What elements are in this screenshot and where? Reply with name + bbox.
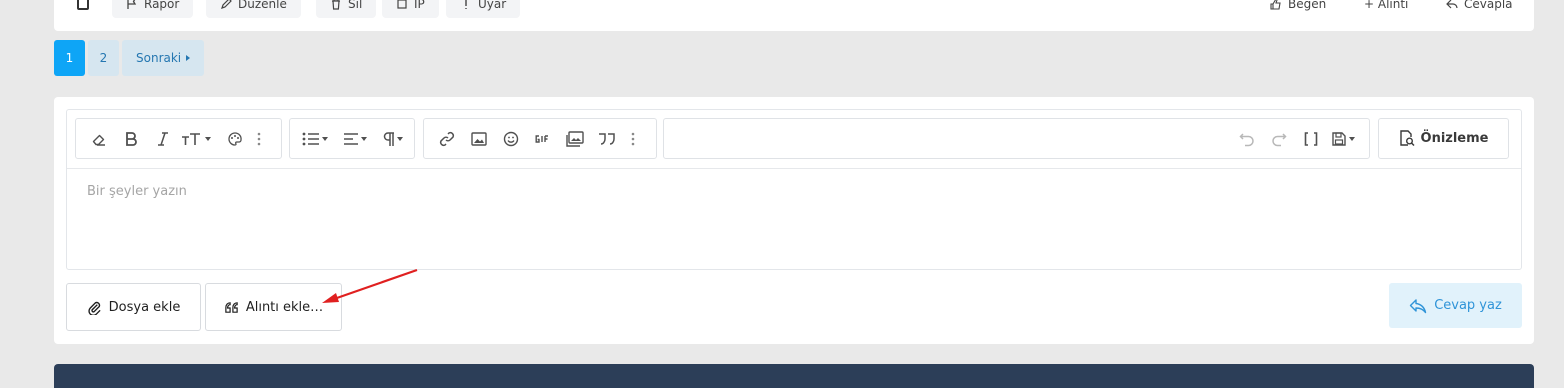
list-dropdown[interactable] (300, 129, 330, 149)
next-section-header (54, 364, 1534, 388)
more-format-button[interactable] (252, 129, 266, 149)
page-1-button[interactable]: 1 (54, 40, 85, 76)
caret-down-icon (205, 137, 211, 141)
palette-icon (228, 132, 242, 146)
smile-icon (503, 131, 519, 147)
undo-icon (1239, 133, 1254, 147)
ip-button[interactable]: IP (382, 0, 439, 18)
quote-icon (599, 133, 615, 145)
eraser-icon (92, 134, 105, 146)
redo-button[interactable] (1268, 129, 1290, 149)
checkbox-icon (77, 0, 89, 10)
preview-icon (1399, 130, 1415, 147)
flag-icon (127, 0, 137, 9)
toggle-bbcode-button[interactable] (1300, 129, 1322, 149)
caret-down-icon (322, 137, 328, 141)
quick-reply-panel: Önizleme Bir şeyler yazın Dosya ekle Alı… (54, 97, 1534, 344)
chevron-right-icon (186, 55, 191, 61)
more-vertical-icon (257, 132, 261, 146)
quote-open-icon (225, 301, 238, 313)
italic-icon (158, 132, 168, 146)
rich-text-editor: Önizleme Bir şeyler yazın (66, 109, 1522, 270)
post-action-bar: Rapor Düzenle Sil IP Uyar Beğen + Alıntı… (54, 0, 1534, 31)
preview-label: Önizleme (1420, 131, 1489, 146)
toolbar-group-history (663, 118, 1370, 159)
like-button[interactable]: Beğen (1256, 0, 1340, 18)
warn-icon (465, 0, 467, 9)
insert-emoji-button[interactable] (500, 129, 522, 149)
post-reply-label: Cevap yaz (1434, 298, 1502, 313)
drafts-dropdown[interactable] (1328, 129, 1358, 149)
media-gallery-icon (566, 131, 584, 147)
list-icon (302, 132, 319, 146)
attach-file-label: Dosya ekle (108, 299, 181, 315)
insert-gif-button[interactable] (532, 129, 554, 149)
more-vertical-icon (631, 132, 635, 146)
thumbs-up-icon (1270, 0, 1281, 10)
reply-action-button[interactable]: Cevapla (1432, 0, 1527, 18)
ip-icon (397, 0, 407, 9)
reply-icon (1446, 0, 1458, 9)
ip-label: IP (414, 0, 425, 11)
toolbar-group-insert (423, 118, 657, 159)
bold-icon (126, 132, 137, 146)
reply-icon (1409, 298, 1427, 313)
link-icon (439, 131, 455, 147)
clear-format-button[interactable] (88, 129, 110, 149)
insert-quote-button[interactable] (596, 129, 618, 149)
attach-file-button[interactable]: Dosya ekle (66, 283, 201, 331)
caret-down-icon (397, 137, 403, 141)
caret-down-icon (361, 137, 367, 141)
warn-label: Uyar (478, 0, 507, 11)
paragraph-dropdown[interactable] (378, 129, 408, 149)
undo-button[interactable] (1236, 129, 1258, 149)
italic-button[interactable] (152, 129, 174, 149)
delete-button[interactable]: Sil (316, 0, 377, 18)
checkbox[interactable] (68, 0, 98, 18)
align-dropdown[interactable] (340, 129, 370, 149)
font-size-dropdown[interactable] (180, 129, 212, 149)
text-size-icon (182, 133, 200, 145)
report-button[interactable]: Rapor (112, 0, 194, 18)
post-reply-button[interactable]: Cevap yaz (1389, 283, 1522, 328)
multi-quote-button[interactable]: + Alıntı (1350, 0, 1422, 18)
caret-down-icon (1349, 137, 1355, 141)
warn-button[interactable]: Uyar (446, 0, 521, 18)
text-color-button[interactable] (224, 129, 246, 149)
reply-action-label: Cevapla (1464, 0, 1513, 11)
editor-placeholder: Bir şeyler yazın (87, 184, 187, 199)
insert-media-button[interactable] (564, 129, 586, 149)
next-page-label: Sonraki (136, 51, 182, 65)
like-label: Beğen (1288, 0, 1327, 11)
multi-quote-label: + Alıntı (1364, 0, 1409, 11)
image-icon (471, 132, 487, 146)
insert-quote-multi-button[interactable]: Alıntı ekle… (205, 283, 342, 331)
bold-button[interactable] (120, 129, 142, 149)
pagination: 1 2 Sonraki (54, 40, 205, 76)
paperclip-icon (87, 301, 101, 315)
toolbar-group-paragraph (289, 118, 415, 159)
preview-button[interactable]: Önizleme (1378, 118, 1509, 159)
brackets-icon (1304, 132, 1318, 146)
next-page-button[interactable]: Sonraki (122, 40, 205, 76)
insert-quote-multi-label: Alıntı ekle… (245, 299, 324, 315)
edit-label: Düzenle (238, 0, 287, 11)
paragraph-icon (383, 132, 394, 146)
save-icon (1332, 132, 1346, 146)
editor-toolbar: Önizleme (67, 110, 1521, 169)
redo-icon (1272, 133, 1287, 147)
page-2-button[interactable]: 2 (88, 40, 119, 76)
edit-icon (221, 0, 232, 9)
insert-link-button[interactable] (436, 129, 458, 149)
gif-icon (535, 135, 548, 143)
more-insert-button[interactable] (626, 129, 640, 149)
edit-button[interactable]: Düzenle (206, 0, 301, 18)
insert-image-button[interactable] (468, 129, 490, 149)
trash-icon (332, 0, 340, 10)
delete-label: Sil (348, 0, 363, 11)
report-label: Rapor (144, 0, 180, 11)
editor-content-area[interactable]: Bir şeyler yazın (67, 170, 1521, 270)
align-left-icon (344, 133, 358, 145)
toolbar-group-format (75, 118, 282, 159)
